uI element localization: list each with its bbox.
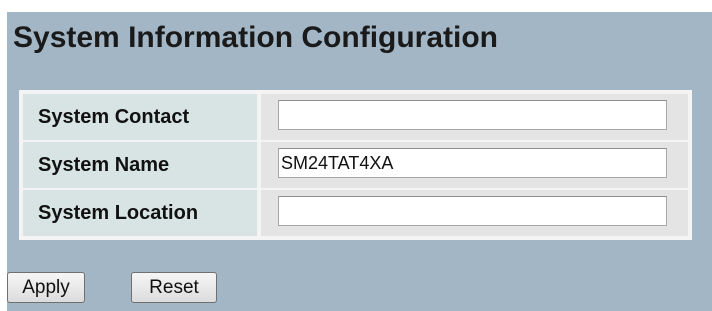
system-info-form: System Contact System Name System Locati… [19, 90, 692, 240]
label-cell: System Location [23, 190, 257, 236]
label-cell: System Contact [23, 94, 257, 140]
system-name-label: System Name [38, 154, 170, 176]
system-name-input[interactable] [278, 148, 667, 178]
label-cell: System Name [23, 142, 257, 188]
value-cell [261, 142, 688, 188]
system-location-label: System Location [38, 202, 199, 224]
page-title: System Information Configuration [13, 21, 499, 54]
reset-button[interactable]: Reset [131, 272, 217, 303]
form-row-system-location: System Location [19, 190, 692, 236]
system-contact-input[interactable] [278, 100, 667, 130]
value-cell [261, 94, 688, 140]
form-row-system-contact: System Contact [19, 94, 692, 140]
form-row-system-name: System Name [19, 142, 692, 188]
system-contact-label: System Contact [38, 106, 190, 128]
value-cell [261, 190, 688, 236]
system-location-input[interactable] [278, 196, 667, 226]
apply-button[interactable]: Apply [7, 272, 85, 303]
